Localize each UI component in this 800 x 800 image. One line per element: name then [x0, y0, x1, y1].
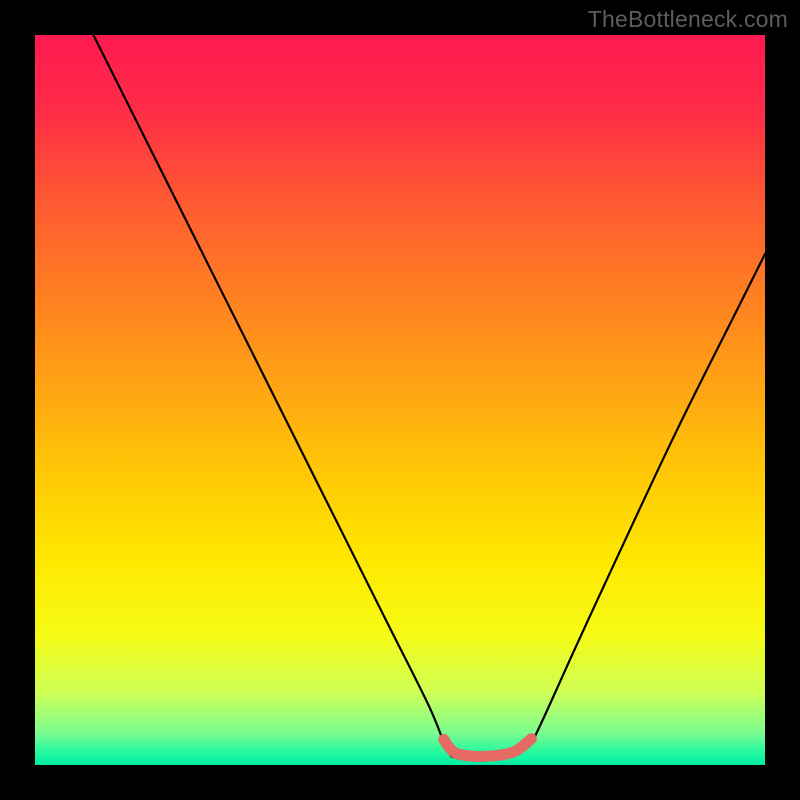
- bottleneck-curve: [93, 35, 765, 758]
- chart-frame: TheBottleneck.com: [0, 0, 800, 800]
- curve-layer: [35, 35, 765, 765]
- plot-area: [35, 35, 765, 765]
- valley-highlight: [444, 739, 532, 757]
- watermark-text: TheBottleneck.com: [588, 6, 788, 33]
